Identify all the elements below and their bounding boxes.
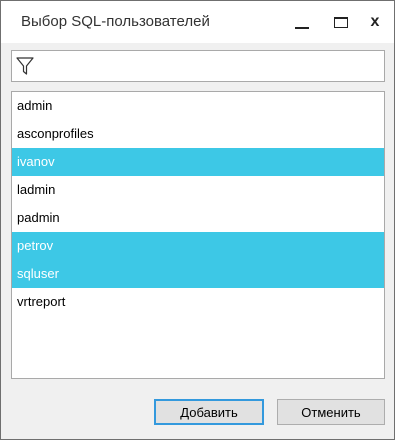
title-bar[interactable]: Выбор SQL-пользователей x xyxy=(1,1,394,43)
minimize-button[interactable] xyxy=(284,7,320,37)
filter-funnel-icon xyxy=(16,57,34,75)
list-item[interactable]: padmin xyxy=(12,204,384,232)
window-title: Выбор SQL-пользователей xyxy=(21,13,210,30)
list-item[interactable]: ivanov xyxy=(12,148,384,176)
list-item[interactable]: asconprofiles xyxy=(12,120,384,148)
list-item[interactable]: petrov xyxy=(12,232,384,260)
list-item[interactable]: ladmin xyxy=(12,176,384,204)
minimize-icon xyxy=(295,27,309,29)
filter-field[interactable] xyxy=(11,50,385,82)
list-item[interactable]: admin xyxy=(12,92,384,120)
filter-input[interactable] xyxy=(38,51,382,81)
list-item[interactable]: vrtreport xyxy=(12,288,384,316)
add-button[interactable]: Добавить xyxy=(154,399,264,425)
maximize-button[interactable] xyxy=(323,7,359,37)
users-list[interactable]: admin asconprofiles ivanov ladmin padmin petr… xyxy=(11,91,385,379)
close-icon: x xyxy=(370,13,380,30)
list-item[interactable]: sqluser xyxy=(12,260,384,288)
sql-users-dialog: Выбор SQL-пользователей x admin asconprof… xyxy=(0,0,395,440)
close-button[interactable]: x xyxy=(357,7,393,37)
cancel-button[interactable]: Отменить xyxy=(277,399,385,425)
maximize-icon xyxy=(334,16,348,28)
